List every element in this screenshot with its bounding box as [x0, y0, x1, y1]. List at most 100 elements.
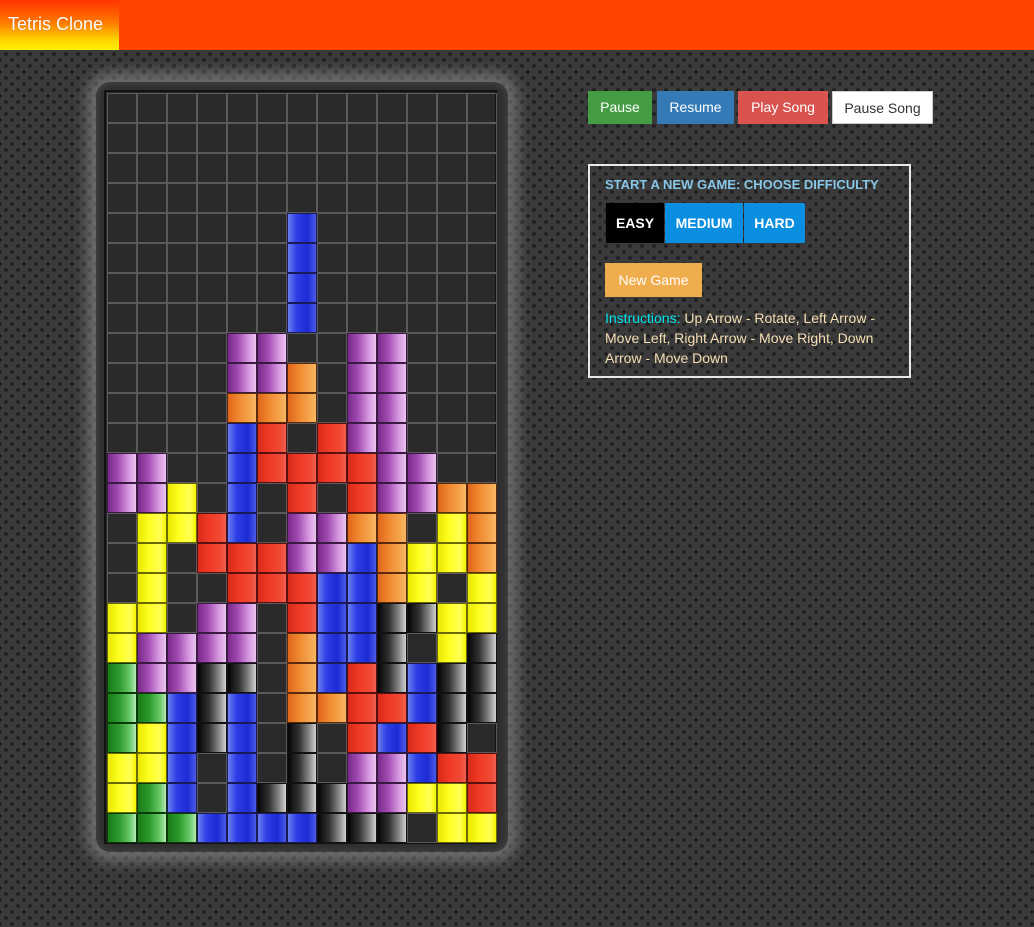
purple-block — [227, 603, 257, 633]
red-block — [347, 723, 377, 753]
purple-block — [347, 333, 377, 363]
purple-block — [407, 453, 437, 483]
blue-block — [347, 573, 377, 603]
empty-cell — [167, 603, 197, 633]
blue-block — [197, 813, 227, 843]
difficulty-easy-button[interactable]: EASY — [606, 203, 664, 243]
difficulty-hard-button[interactable]: HARD — [744, 203, 805, 243]
orange-block — [467, 513, 497, 543]
empty-cell — [167, 183, 197, 213]
black-block — [467, 633, 497, 663]
empty-cell — [257, 213, 287, 243]
black-block — [467, 693, 497, 723]
pause-song-button[interactable]: Pause Song — [832, 91, 933, 124]
blue-block — [347, 633, 377, 663]
empty-cell — [467, 393, 497, 423]
empty-cell — [347, 183, 377, 213]
red-block — [317, 423, 347, 453]
purple-block — [377, 333, 407, 363]
yellow-block — [437, 633, 467, 663]
empty-cell — [377, 153, 407, 183]
yellow-block — [407, 543, 437, 573]
red-block — [437, 753, 467, 783]
purple-block — [317, 543, 347, 573]
empty-cell — [347, 153, 377, 183]
empty-cell — [257, 723, 287, 753]
instructions: Instructions: Up Arrow - Rotate, Left Ar… — [605, 308, 905, 368]
empty-cell — [167, 93, 197, 123]
empty-cell — [467, 333, 497, 363]
empty-cell — [107, 153, 137, 183]
empty-cell — [437, 213, 467, 243]
new-game-button[interactable]: New Game — [605, 263, 702, 297]
blue-block — [227, 513, 257, 543]
empty-cell — [137, 93, 167, 123]
empty-cell — [167, 123, 197, 153]
empty-cell — [317, 393, 347, 423]
black-block — [437, 723, 467, 753]
empty-cell — [347, 303, 377, 333]
purple-block — [107, 483, 137, 513]
blue-block — [227, 813, 257, 843]
empty-cell — [107, 123, 137, 153]
blue-block — [317, 603, 347, 633]
yellow-block — [137, 573, 167, 603]
empty-cell — [107, 333, 137, 363]
empty-cell — [197, 453, 227, 483]
app-title[interactable]: Tetris Clone — [0, 0, 119, 50]
blue-block — [317, 663, 347, 693]
purple-block — [137, 453, 167, 483]
empty-cell — [137, 333, 167, 363]
empty-cell — [167, 453, 197, 483]
purple-block — [347, 783, 377, 813]
empty-cell — [257, 303, 287, 333]
blue-block — [257, 813, 287, 843]
empty-cell — [197, 363, 227, 393]
blue-block — [407, 753, 437, 783]
empty-cell — [197, 153, 227, 183]
purple-block — [287, 543, 317, 573]
purple-block — [227, 363, 257, 393]
empty-cell — [377, 303, 407, 333]
empty-cell — [467, 183, 497, 213]
empty-cell — [257, 93, 287, 123]
empty-cell — [227, 183, 257, 213]
board-cells — [107, 93, 497, 843]
empty-cell — [407, 123, 437, 153]
empty-cell — [377, 273, 407, 303]
empty-cell — [197, 93, 227, 123]
black-block — [287, 723, 317, 753]
black-block — [377, 813, 407, 843]
pause-button[interactable]: Pause — [588, 91, 652, 124]
empty-cell — [287, 123, 317, 153]
empty-cell — [137, 243, 167, 273]
yellow-block — [467, 603, 497, 633]
empty-cell — [317, 153, 347, 183]
orange-block — [467, 483, 497, 513]
empty-cell — [257, 753, 287, 783]
black-block — [407, 603, 437, 633]
black-block — [287, 783, 317, 813]
empty-cell — [407, 93, 437, 123]
empty-cell — [107, 243, 137, 273]
yellow-block — [137, 753, 167, 783]
new-game-panel: START A NEW GAME: CHOOSE DIFFICULTY EASY… — [588, 164, 911, 378]
difficulty-medium-button[interactable]: MEDIUM — [665, 203, 743, 243]
blue-block — [227, 453, 257, 483]
empty-cell — [317, 123, 347, 153]
empty-cell — [257, 513, 287, 543]
yellow-block — [407, 783, 437, 813]
blue-block — [287, 213, 317, 243]
red-block — [257, 543, 287, 573]
purple-block — [347, 753, 377, 783]
empty-cell — [137, 363, 167, 393]
empty-cell — [227, 153, 257, 183]
black-block — [437, 663, 467, 693]
play-song-button[interactable]: Play Song — [738, 91, 828, 124]
blue-block — [227, 693, 257, 723]
empty-cell — [437, 363, 467, 393]
resume-button[interactable]: Resume — [657, 91, 734, 124]
empty-cell — [197, 213, 227, 243]
empty-cell — [287, 333, 317, 363]
purple-block — [227, 633, 257, 663]
